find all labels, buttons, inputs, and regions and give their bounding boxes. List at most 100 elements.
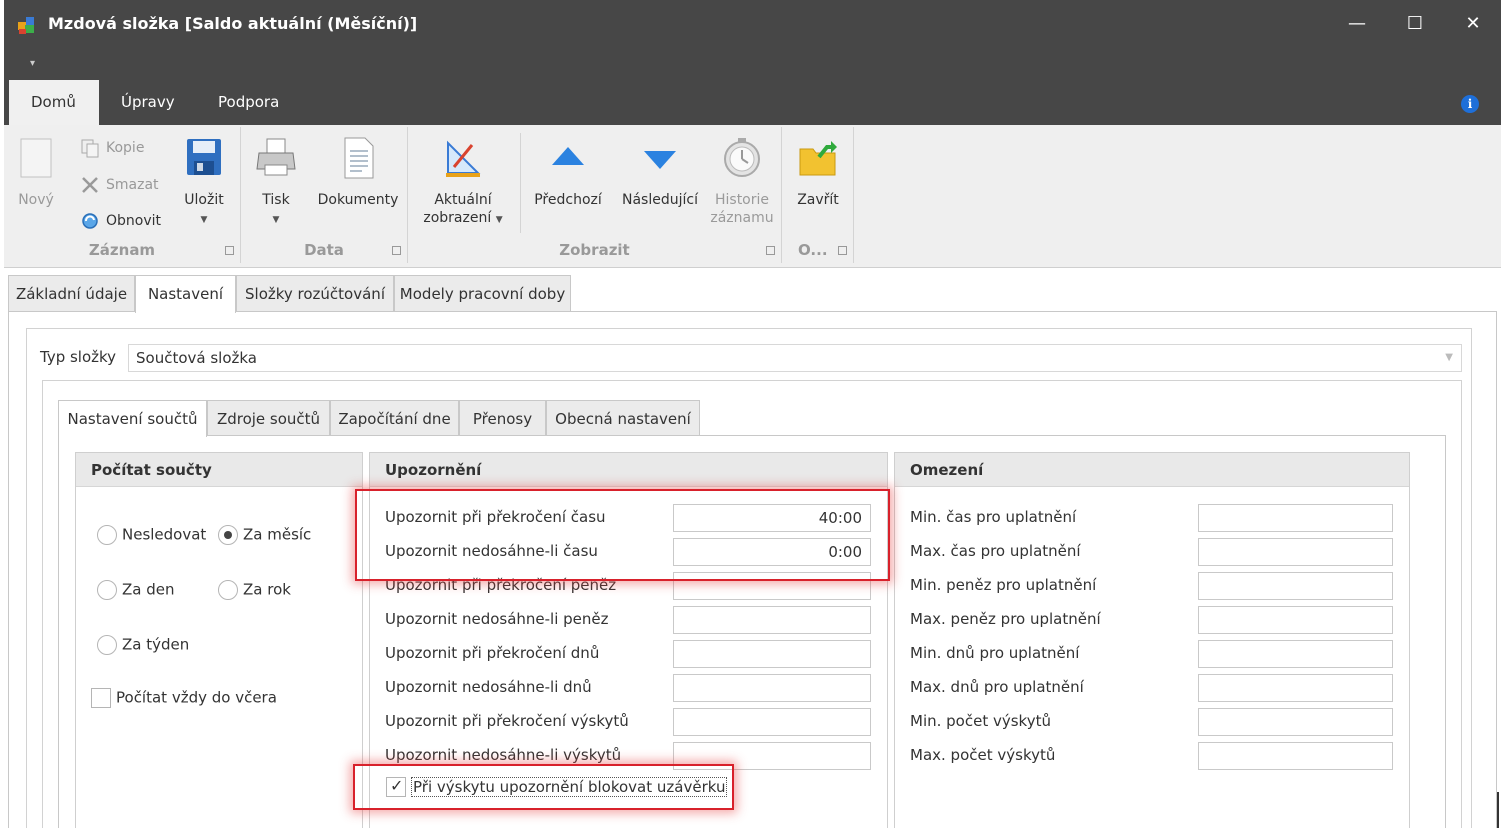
save-floppy-icon xyxy=(183,135,225,181)
group-expand-icon[interactable] xyxy=(225,246,234,255)
upozorneni-input[interactable]: 40:00 xyxy=(673,504,871,532)
ribbon-tab-domu[interactable]: Domů xyxy=(9,80,99,125)
current-view-label-line1: Aktuální xyxy=(434,192,492,208)
tab-modely-pracovni-doby[interactable]: Modely pracovní doby xyxy=(394,275,571,312)
radio-za-den[interactable]: Za den xyxy=(97,580,175,600)
radio-circle[interactable] xyxy=(97,635,117,655)
record-history-button[interactable]: Historie záznamu xyxy=(706,135,778,227)
copy-label: Kopie xyxy=(106,140,145,156)
subtab-obecna-nastaveni[interactable]: Obecná nastavení xyxy=(546,400,700,436)
new-button[interactable]: Nový xyxy=(10,135,62,209)
omezeni-input[interactable] xyxy=(1198,572,1393,600)
omezeni-input[interactable] xyxy=(1198,708,1393,736)
refresh-button[interactable]: Obnovit xyxy=(80,210,161,232)
radio-za-tyden[interactable]: Za týden xyxy=(97,635,189,655)
omezeni-row: Min. čas pro uplatnění xyxy=(910,504,1393,532)
previous-label: Předchozí xyxy=(534,192,602,208)
previous-button[interactable]: Předchozí xyxy=(528,135,608,209)
subtab-zdroje-souctu[interactable]: Zdroje součtů xyxy=(207,400,330,436)
info-icon[interactable]: i xyxy=(1461,95,1479,113)
ribbon-tab-podpora[interactable]: Podpora xyxy=(196,80,301,125)
typ-slozky-select[interactable]: Součtová složka ▼ xyxy=(128,344,1462,372)
upozorneni-input[interactable] xyxy=(673,640,871,668)
tab-zakladni-udaje[interactable]: Základní údaje xyxy=(8,275,135,312)
radio-label: Za měsíc xyxy=(243,525,312,544)
radio-nesledovat[interactable]: Nesledovat xyxy=(97,525,206,545)
close-window-button[interactable]: ✕ xyxy=(1450,8,1496,40)
ribbon: Nový Kopie Smazat Obnovit Uložit ▼ Záznam… xyxy=(4,125,1501,268)
checkbox-blokovat-uzaverku[interactable]: Při výskytu upozornění blokovat uzávěrku xyxy=(386,776,728,797)
radio-za-mesic[interactable]: Za měsíc xyxy=(218,525,311,545)
app-icon xyxy=(16,14,38,36)
omezeni-input[interactable] xyxy=(1198,504,1393,532)
current-view-button[interactable]: Aktuální zobrazení ▼ xyxy=(414,135,512,229)
chevron-down-icon[interactable]: ▼ xyxy=(1445,345,1453,371)
save-button[interactable]: Uložit ▼ xyxy=(178,135,230,229)
minimize-button[interactable]: — xyxy=(1334,8,1380,40)
upozorneni-input[interactable] xyxy=(673,708,871,736)
tab-nastaveni[interactable]: Nastavení xyxy=(135,275,236,313)
delete-button[interactable]: Smazat xyxy=(80,174,159,196)
omezeni-input[interactable] xyxy=(1198,674,1393,702)
maximize-button[interactable]: ☐ xyxy=(1392,8,1438,40)
omezeni-input[interactable] xyxy=(1198,640,1393,668)
group-expand-icon[interactable] xyxy=(766,246,775,255)
ribbon-tab-upravy[interactable]: Úpravy xyxy=(99,80,197,125)
omezeni-row: Max. čas pro uplatnění xyxy=(910,538,1393,566)
omezeni-input[interactable] xyxy=(1198,606,1393,634)
upozorneni-row: Upozornit nedosáhne-li výskytů xyxy=(385,742,871,770)
upozorneni-input[interactable]: 0:00 xyxy=(673,538,871,566)
ribbon-group-other: Zavřít O... xyxy=(782,127,854,263)
checkbox-box[interactable] xyxy=(91,688,111,708)
print-button[interactable]: Tisk ▼ xyxy=(251,135,301,229)
omezeni-row: Max. peněz pro uplatnění xyxy=(910,606,1393,634)
radio-za-rok[interactable]: Za rok xyxy=(218,580,291,600)
delete-x-icon xyxy=(80,175,100,195)
subtab-nastaveni-souctu[interactable]: Nastavení součtů xyxy=(58,400,207,437)
group-expand-icon[interactable] xyxy=(392,246,401,255)
next-label: Následující xyxy=(622,192,698,208)
save-dropdown-icon[interactable]: ▼ xyxy=(201,215,208,225)
radio-circle[interactable] xyxy=(97,525,117,545)
upozorneni-row: Upozornit nedosáhne-li dnů xyxy=(385,674,871,702)
folder-exit-icon xyxy=(797,135,839,181)
radio-circle[interactable] xyxy=(97,580,117,600)
documents-button[interactable]: Dokumenty xyxy=(313,135,403,209)
checkbox-box-checked[interactable] xyxy=(386,776,406,797)
upozorneni-label: Upozornit při překročení času xyxy=(385,508,606,526)
upozorneni-label: Upozornit nedosáhne-li peněz xyxy=(385,610,609,628)
omezeni-label: Min. dnů pro uplatnění xyxy=(910,644,1080,662)
next-button[interactable]: Následující xyxy=(616,135,704,209)
group-expand-icon[interactable] xyxy=(838,246,847,255)
upozorneni-input[interactable] xyxy=(673,674,871,702)
quick-access-dropdown-icon[interactable]: ▾ xyxy=(30,58,35,69)
subtab-prenosy[interactable]: Přenosy xyxy=(459,400,546,436)
group-label-zaznam: Záznam xyxy=(88,241,156,259)
upozorneni-input[interactable] xyxy=(673,572,871,600)
group-label-zobrazit: Zobrazit xyxy=(559,241,630,259)
ribbon-group-zaznam: Nový Kopie Smazat Obnovit Uložit ▼ Záznam xyxy=(4,127,241,263)
radio-label: Za rok xyxy=(243,580,291,599)
print-dropdown-icon[interactable]: ▼ xyxy=(273,215,280,225)
close-record-label: Zavřít xyxy=(797,192,839,208)
omezeni-row: Min. počet výskytů xyxy=(910,708,1393,736)
upozorneni-input[interactable] xyxy=(673,606,871,634)
subtab-zapocitani-dne[interactable]: Započítání dne xyxy=(330,400,459,436)
upozorneni-label: Upozornit nedosáhne-li výskytů xyxy=(385,746,622,764)
current-view-dropdown-icon[interactable]: ▼ xyxy=(496,215,503,225)
omezeni-label: Min. počet výskytů xyxy=(910,712,1051,730)
record-history-label-line1: Historie xyxy=(714,192,770,208)
radio-circle-selected[interactable] xyxy=(218,525,238,545)
tab-slozky-rozuctovani[interactable]: Složky rozúčtování xyxy=(236,275,394,312)
radio-label: Nesledovat xyxy=(122,525,207,544)
omezeni-input[interactable] xyxy=(1198,742,1393,770)
radio-circle[interactable] xyxy=(218,580,238,600)
upozorneni-row: Upozornit nedosáhne-li peněz xyxy=(385,606,871,634)
copy-button[interactable]: Kopie xyxy=(80,137,144,159)
checkbox-pocitat-vzdy-do-vcera[interactable]: Počítat vždy do včera xyxy=(91,688,277,708)
groupbox-title: Počítat součty xyxy=(76,453,362,487)
scrollbar-edge[interactable] xyxy=(1497,792,1499,828)
close-record-button[interactable]: Zavřít xyxy=(790,135,846,209)
upozorneni-input[interactable] xyxy=(673,742,871,770)
omezeni-input[interactable] xyxy=(1198,538,1393,566)
